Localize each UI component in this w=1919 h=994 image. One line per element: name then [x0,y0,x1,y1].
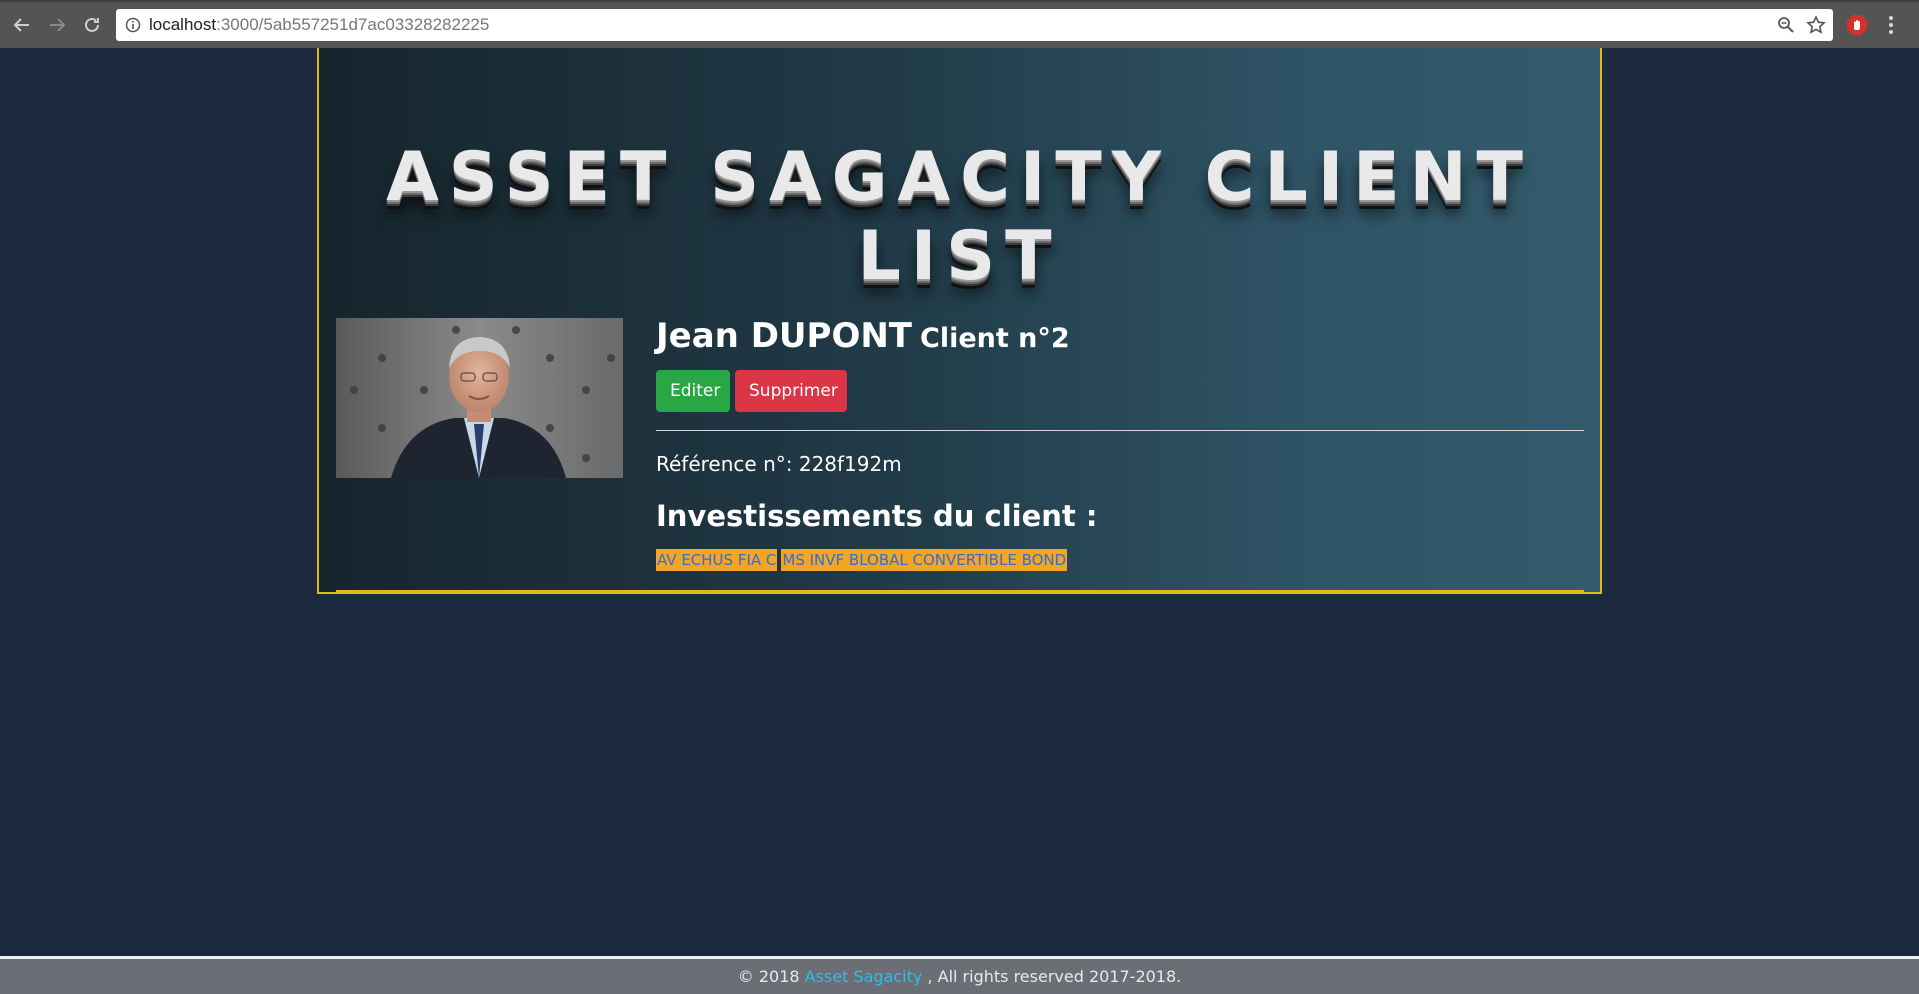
footer-brand-link[interactable]: Asset Sagacity [805,967,923,986]
back-button[interactable] [9,12,35,38]
browser-toolbar: localhost:3000/5ab557251d7ac03328282225 [0,0,1919,48]
zoom-icon[interactable] [1777,16,1795,34]
reload-button[interactable] [79,12,105,38]
footer: © 2018 Asset Sagacity , All rights reser… [0,956,1919,994]
kebab-menu-icon[interactable] [1886,14,1896,36]
client-heading: Jean DUPONT Client n°2 [656,316,1070,356]
edit-button[interactable]: Editer [656,370,730,412]
info-icon[interactable] [125,17,141,33]
url-host: localhost [149,15,217,34]
client-reference: Référence n°: 228f192m [656,452,902,476]
bottom-rule [336,590,1584,592]
investment-tag[interactable]: MS INVF BLOBAL CONVERTIBLE BOND [781,549,1068,571]
page-title: ASSET SAGACITY CLIENT LIST [386,138,1533,296]
investments-heading: Investissements du client : [656,499,1098,533]
footer-rights: , All rights reserved 2017-2018. [922,967,1182,986]
address-bar[interactable]: localhost:3000/5ab557251d7ac03328282225 [116,9,1833,41]
delete-button[interactable]: Supprimer [735,370,847,412]
investments-list: AV ECHUS FIA C MS INVF BLOBAL CONVERTIBLE… [656,549,1071,571]
client-portrait-image [336,318,623,478]
client-list-panel: ASSET SAGACITY CLIENT LIST Jean DUPONT C… [317,48,1602,594]
url-path: :3000/5ab557251d7ac03328282225 [216,15,490,34]
footer-copyright: © 2018 [737,967,805,986]
investment-tag[interactable]: AV ECHUS FIA C [656,549,778,571]
url-text[interactable]: localhost:3000/5ab557251d7ac03328282225 [149,15,489,35]
adblock-extension-icon[interactable] [1846,14,1868,36]
divider [656,430,1584,431]
bookmark-star-icon[interactable] [1806,15,1826,35]
client-number: Client n°2 [920,323,1070,354]
forward-button[interactable] [44,12,70,38]
client-name: Jean DUPONT [656,316,912,356]
back-arrow-icon [13,18,29,32]
client-photo [336,318,623,478]
reload-icon [85,17,99,32]
forward-arrow-icon [50,18,66,32]
